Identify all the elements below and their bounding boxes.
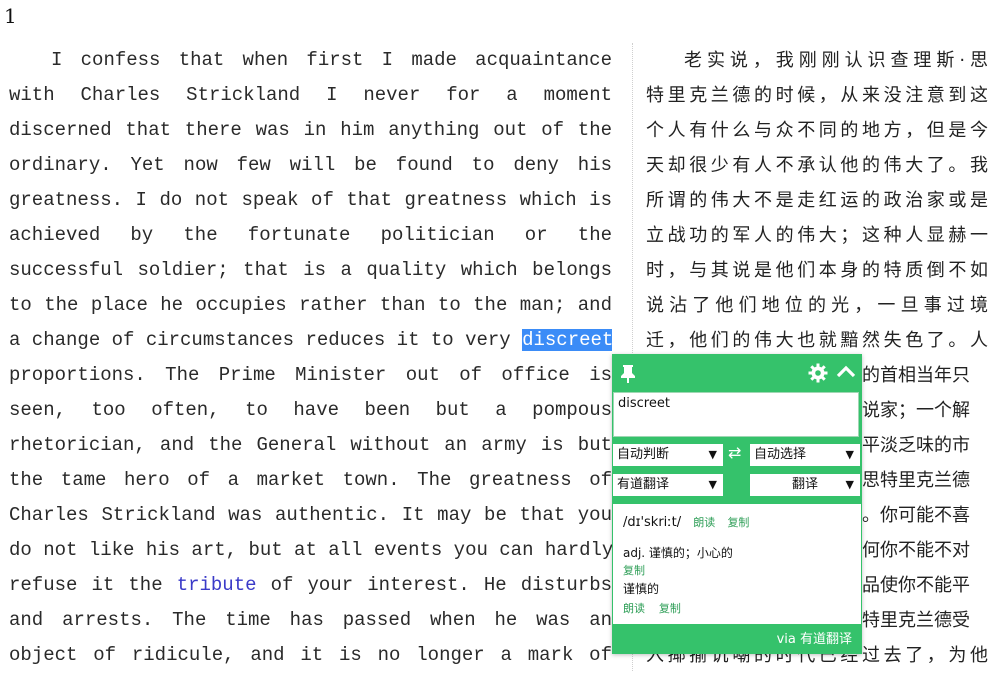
english-line: Charles Strickland was authentic. It may… — [9, 504, 612, 526]
swap-languages-icon[interactable]: ⇄ — [728, 443, 741, 462]
english-line: seen, too often, to have been but a pomp… — [9, 399, 612, 421]
popup-footer[interactable]: via 有道翻译 — [777, 628, 852, 647]
english-line: do not like his art, but at all events y… — [9, 539, 612, 561]
english-text: I confess that when first I made acquain… — [9, 43, 612, 673]
english-line-part: a change of circumstances reduces it to … — [9, 329, 511, 351]
definition-1: adj. 谨慎的；小心的 — [623, 546, 733, 560]
target-language-select[interactable]: 自动选择 ▼ — [750, 444, 860, 466]
selected-word[interactable]: discreet — [522, 329, 612, 351]
chinese-line: 所谓的伟大不是走红运的政治家或是 — [646, 190, 988, 211]
translate-button[interactable]: 翻译 ▼ — [750, 474, 860, 496]
english-line-with-link: refuse it the tribute of your interest. … — [9, 568, 612, 603]
english-line: object of ridicule, and it is no longer … — [9, 644, 612, 666]
english-line: proportions. The Prime Minister out of o… — [9, 364, 612, 386]
translation-result: /dɪ'skriːt/ 朗读 复制 adj. 谨慎的；小心的 复制 谨慎的 朗读… — [613, 504, 861, 624]
definition-2-actions: 朗读 复制 — [623, 600, 681, 616]
read-phonetic-link[interactable]: 朗读 — [693, 516, 715, 529]
english-line: to the place he occupies rather than to … — [9, 294, 612, 316]
chinese-line: 天却很少有人不承认他的伟大了。我 — [646, 155, 988, 176]
english-line: and arrests. The time has passed when he… — [9, 609, 612, 631]
pin-icon[interactable] — [620, 364, 636, 388]
chevron-down-icon: ▼ — [845, 448, 854, 461]
english-line: rhetorician, and the General without an … — [9, 434, 612, 456]
source-language-value: 自动判断 — [617, 447, 670, 462]
read-definition-2-link[interactable]: 朗读 — [623, 602, 645, 615]
engine-value: 有道翻译 — [617, 477, 670, 492]
english-line: successful soldier; that is a quality wh… — [9, 259, 612, 281]
phonetic-row: /dɪ'skriːt/ 朗读 复制 — [623, 514, 749, 530]
engine-select[interactable]: 有道翻译 ▼ — [613, 474, 723, 496]
gear-icon[interactable] — [808, 363, 828, 387]
translate-button-label: 翻译 — [791, 477, 818, 492]
chinese-line: 个人有什么与众不同的地方，但是今 — [646, 120, 988, 141]
copy-phonetic-link[interactable]: 复制 — [727, 516, 749, 529]
word-link[interactable]: tribute — [177, 574, 257, 596]
english-line: ordinary. Yet now few will be found to d… — [9, 154, 612, 176]
english-line-part: of your interest. He disturbs — [270, 574, 612, 596]
popup-header — [612, 354, 862, 392]
chinese-line: 说沾了他们地位的光，一旦事过境 — [646, 295, 988, 316]
chinese-line: 老实说，我刚刚认识查理斯·思 — [684, 50, 988, 71]
source-text-input[interactable]: discreet — [613, 392, 859, 437]
english-line: I confess that when first I made acquain… — [51, 49, 612, 71]
phonetic: /dɪ'skriːt/ — [623, 515, 682, 530]
english-line-part: refuse it the — [9, 574, 163, 596]
definition-2: 谨慎的 — [623, 582, 660, 596]
chapter-number: 1 — [4, 4, 17, 28]
copy-definition-1-link[interactable]: 复制 — [623, 562, 645, 578]
chinese-line: 迁，他们的伟大也就黯然失色了。人 — [646, 330, 988, 351]
english-line: with Charles Strickland I never for a mo… — [9, 84, 612, 106]
chevron-down-icon: ▼ — [708, 478, 717, 491]
collapse-icon[interactable] — [836, 363, 856, 387]
translation-popup: discreet 自动判断 ▼ ⇄ 自动选择 ▼ 有道翻译 ▼ 翻译 ▼ /dɪ… — [612, 354, 862, 654]
source-language-select[interactable]: 自动判断 ▼ — [613, 444, 723, 466]
english-line: discerned that there was in him anything… — [9, 119, 612, 141]
english-line: achieved by the fortunate politician or … — [9, 224, 612, 246]
english-line-with-selection: a change of circumstances reduces it to … — [9, 323, 612, 358]
chinese-line: 时，与其说是他们本身的特质倒不如 — [646, 260, 988, 281]
chevron-down-icon: ▼ — [845, 478, 854, 491]
copy-definition-2-link[interactable]: 复制 — [659, 602, 681, 615]
chinese-line: 立战功的军人的伟大；这种人显赫一 — [646, 225, 988, 246]
chevron-down-icon: ▼ — [708, 448, 717, 461]
english-line: the tame hero of a market town. The grea… — [9, 469, 612, 491]
chinese-line: 特里克兰德的时候，从来没注意到这 — [646, 85, 988, 106]
target-language-value: 自动选择 — [754, 447, 807, 462]
english-line: greatness. I do not speak of that greatn… — [9, 189, 612, 211]
